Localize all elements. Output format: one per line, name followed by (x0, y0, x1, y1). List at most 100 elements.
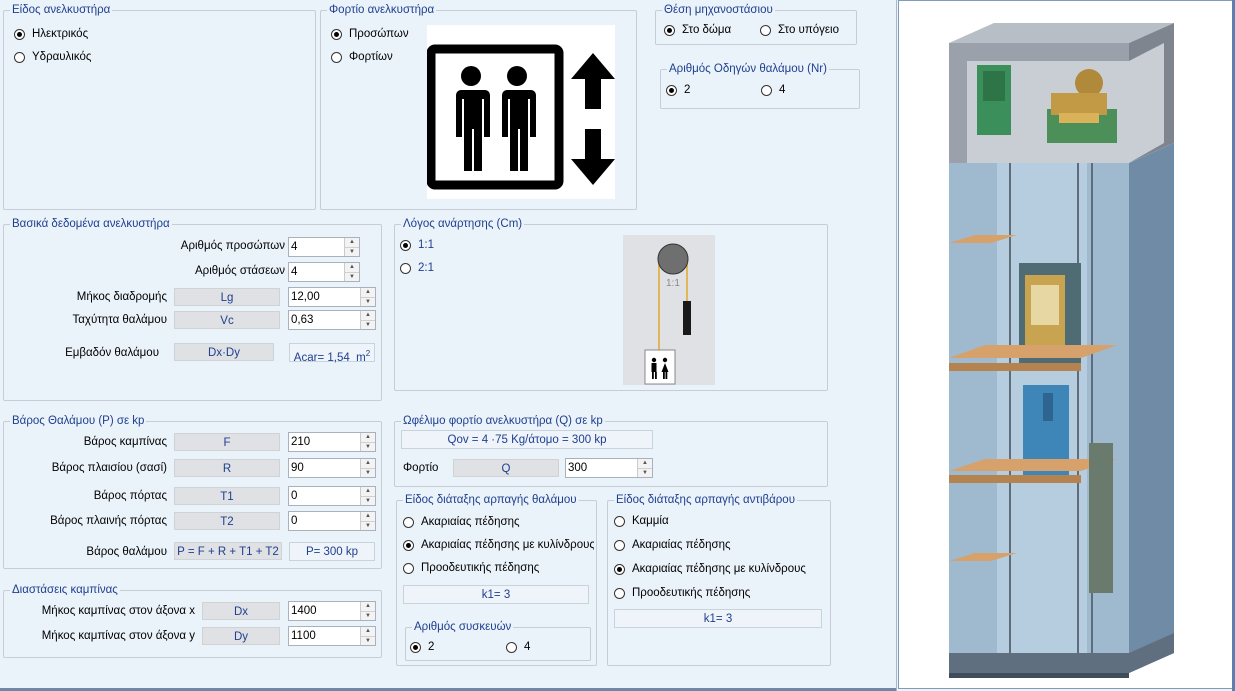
spin-up[interactable]: ▲ (361, 512, 375, 522)
symbol-area: Dx·Dy (174, 343, 274, 361)
side-door-weight-spinner[interactable]: 0 ▲ ▼ (288, 511, 376, 531)
spin-up[interactable]: ▲ (361, 487, 375, 497)
radio-devices-2[interactable]: 2 (410, 639, 434, 655)
label-cabin-weight: Βάρος καμπίνας (83, 436, 167, 448)
spin-down[interactable]: ▼ (345, 248, 359, 257)
group-car-safety: Είδος διάταξης αρπαγής θαλάμου Ακαριαίας… (396, 493, 597, 666)
radio-ratio-1-1[interactable]: 1:1 (400, 237, 434, 253)
spin-down[interactable]: ▼ (361, 612, 375, 621)
label-stops: Αριθμός στάσεων (194, 265, 285, 277)
group-basic-data: Βασικά δεδομένα ανελκυστήρα Αριθμός προσ… (3, 217, 382, 401)
spin-up[interactable]: ▲ (361, 311, 375, 321)
label-load: Φορτίο (403, 462, 439, 474)
radio-cw-none[interactable]: Καμμία (614, 513, 669, 529)
suspension-diagram-icon (623, 235, 715, 385)
area-result: Acar= 1,54 m2 (289, 343, 375, 364)
group-title: Φορτίο ανελκυστήρα (327, 3, 437, 17)
travel-spinner[interactable]: 12,00 ▲ ▼ (288, 287, 376, 307)
spin-down[interactable]: ▼ (361, 321, 375, 330)
group-suspension: Λόγος ανάρτησης (Cm) 1:1 2:1 1:1 (394, 217, 828, 391)
stops-spinner[interactable]: 4 ▲ ▼ (288, 262, 360, 282)
group-lift-load: Φορτίο ανελκυστήρα Προσώπων Φορτίων (320, 3, 637, 210)
illustration-pane (898, 0, 1233, 689)
spin-up[interactable]: ▲ (345, 238, 359, 248)
radio-electric[interactable]: Ηλεκτρικός (14, 26, 88, 42)
radio-hydraulic[interactable]: Υδραυλικός (14, 49, 91, 65)
group-title: Λόγος ανάρτησης (Cm) (401, 217, 525, 231)
dim-x-spinner[interactable]: 1400 ▲ ▼ (288, 601, 376, 621)
door-weight-spinner[interactable]: 0 ▲ ▼ (288, 486, 376, 506)
symbol-f: F (174, 433, 280, 451)
spin-down[interactable]: ▼ (361, 443, 375, 452)
spin-down[interactable]: ▼ (361, 497, 375, 506)
group-car-guides: Αριθμός Οδηγών θαλάμου (Nr) 2 4 (660, 62, 860, 109)
label-car-weight: Βάρος θαλάμου (86, 546, 167, 558)
radio-car-instant-roller[interactable]: Ακαριαίας πέδησης με κυλίνδρους (403, 537, 594, 553)
radio-guides-4[interactable]: 4 (761, 82, 785, 98)
symbol-r: R (174, 459, 280, 477)
spin-up[interactable]: ▲ (361, 602, 375, 612)
symbol-q: Q (453, 459, 559, 477)
cw-safety-k1: k1= 3 (614, 609, 822, 628)
group-devices: Αριθμός συσκευών 2 4 (405, 620, 591, 661)
label-speed: Ταχύτητα θαλάμου (72, 314, 167, 326)
radio-cw-instant-roller[interactable]: Ακαριαίας πέδησης με κυλίνδρους (614, 561, 806, 577)
car-weight-result: P= 300 kp (289, 542, 375, 561)
formula-p: P = F + R + T1 + T2 (174, 542, 282, 560)
radio-passengers[interactable]: Προσώπων (331, 26, 409, 42)
group-title: Βάρος Θαλάμου (P) σε kp (10, 414, 147, 428)
group-title: Θέση μηχανοστάσιου (662, 3, 775, 17)
spin-down[interactable]: ▼ (361, 522, 375, 531)
spin-up[interactable]: ▲ (361, 288, 375, 298)
symbol-t2: T2 (174, 512, 280, 530)
symbol-dy: Dy (202, 627, 280, 645)
label-side-door-weight: Βάρος πλαινής πόρτας (50, 515, 167, 527)
radio-devices-4[interactable]: 4 (506, 639, 530, 655)
label-persons: Αριθμός προσώπων (180, 240, 285, 252)
radio-ratio-2-1[interactable]: 2:1 (400, 260, 434, 276)
label-frame-weight: Βάρος πλαισίου (σασί) (51, 462, 167, 474)
radio-basement[interactable]: Στο υπόγειο (760, 22, 839, 38)
dim-y-spinner[interactable]: 1100 ▲ ▼ (288, 626, 376, 646)
spin-up[interactable]: ▲ (638, 459, 652, 469)
spin-up[interactable]: ▲ (345, 263, 359, 273)
spin-up[interactable]: ▲ (361, 459, 375, 469)
elevator-people-icon (427, 25, 615, 199)
elevator-shaft-illustration (949, 23, 1174, 678)
group-useful-load: Ωφέλιμο φορτίο ανελκυστήρα (Q) σε kp Qov… (394, 414, 828, 487)
group-dimensions: Διαστάσεις καμπίνας Μήκος καμπίνας στον … (3, 583, 382, 658)
frame-weight-spinner[interactable]: 90 ▲ ▼ (288, 458, 376, 478)
radio-goods[interactable]: Φορτίων (331, 49, 393, 65)
group-title: Αριθμός συσκευών (412, 620, 514, 634)
group-title: Αριθμός Οδηγών θαλάμου (Nr) (667, 62, 829, 76)
group-title: Βασικά δεδομένα ανελκυστήρα (10, 217, 172, 231)
group-title: Ωφέλιμο φορτίο ανελκυστήρα (Q) σε kp (401, 414, 605, 428)
diagram-ratio-label: 1:1 (666, 278, 680, 289)
group-title: Είδος ανελκυστήρα (10, 3, 113, 17)
cabin-weight-spinner[interactable]: 210 ▲ ▼ (288, 432, 376, 452)
radio-cw-instant[interactable]: Ακαριαίας πέδησης (614, 537, 731, 553)
radio-guides-2[interactable]: 2 (666, 82, 690, 98)
radio-cw-progressive[interactable]: Προοδευτικής πέδησης (614, 585, 750, 601)
spin-up[interactable]: ▲ (361, 627, 375, 637)
symbol-vc: Vc (174, 311, 280, 329)
radio-car-instant[interactable]: Ακαριαίας πέδησης (403, 514, 520, 530)
label-travel: Μήκος διαδρομής (76, 291, 167, 303)
label-dim-y: Μήκος καμπίνας στον άξονα y (41, 630, 195, 642)
persons-spinner[interactable]: 4 ▲ ▼ (288, 237, 360, 257)
spin-down[interactable]: ▼ (345, 273, 359, 282)
radio-roof[interactable]: Στο δώμα (664, 22, 731, 38)
symbol-lg: Lg (174, 288, 280, 306)
speed-spinner[interactable]: 0,63 ▲ ▼ (288, 310, 376, 330)
label-dim-x: Μήκος καμπίνας στον άξονα x (41, 605, 195, 617)
spin-down[interactable]: ▼ (361, 469, 375, 478)
load-spinner[interactable]: 300 ▲ ▼ (565, 458, 653, 478)
group-lift-type: Είδος ανελκυστήρα Ηλεκτρικός Υδραυλικός (3, 3, 316, 210)
radio-car-progressive[interactable]: Προοδευτικής πέδησης (403, 560, 539, 576)
group-car-weight: Βάρος Θαλάμου (P) σε kp Βάρος καμπίνας F… (3, 414, 382, 569)
useful-load-formula: Qov = 4 ·75 Kg/άτομο = 300 kp (401, 430, 653, 449)
spin-down[interactable]: ▼ (361, 637, 375, 646)
spin-down[interactable]: ▼ (638, 469, 652, 478)
spin-up[interactable]: ▲ (361, 433, 375, 443)
spin-down[interactable]: ▼ (361, 298, 375, 307)
